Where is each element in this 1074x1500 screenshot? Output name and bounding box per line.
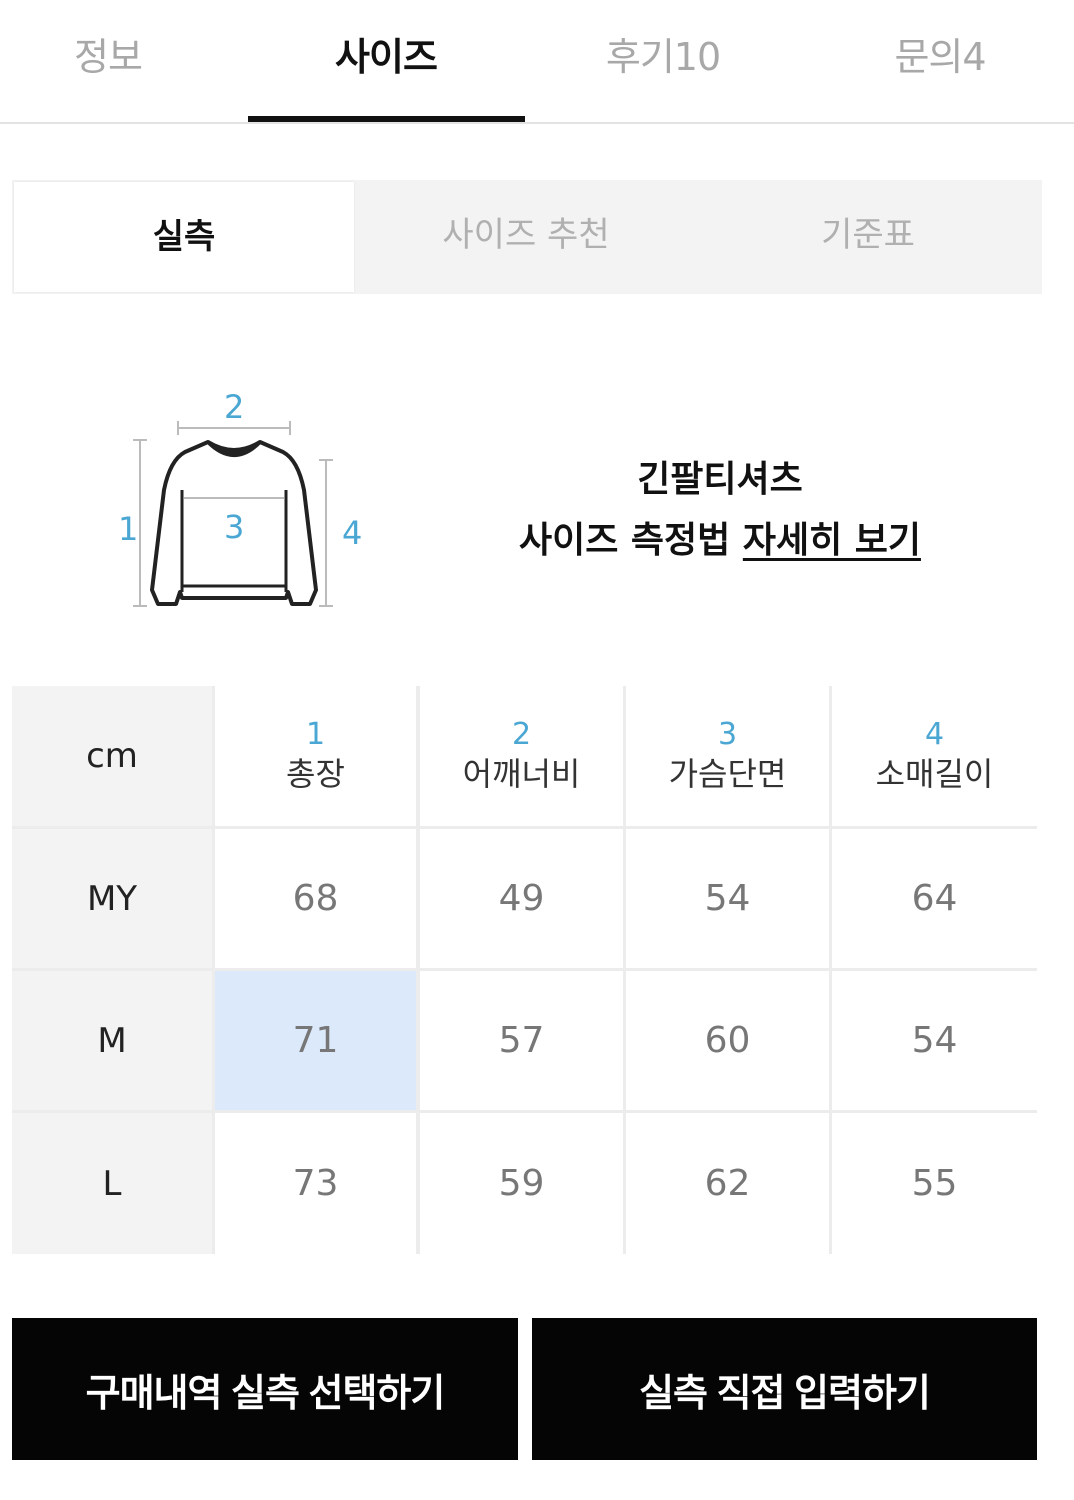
- tab-info[interactable]: 정보: [0, 26, 246, 81]
- column-number: 4: [924, 717, 945, 752]
- marker-2: 2: [224, 388, 244, 426]
- cell-value: 60: [704, 1020, 751, 1061]
- cell-value: 71: [292, 1020, 339, 1061]
- select-from-purchase-history-button[interactable]: 구매내역 실측 선택하기: [12, 1318, 518, 1460]
- view-details-link[interactable]: 자세히 보기: [743, 520, 921, 561]
- table-cell: 68: [215, 829, 416, 968]
- active-tab-indicator: [248, 116, 525, 122]
- column-number: 2: [511, 717, 532, 752]
- cell-value: 68: [292, 878, 339, 919]
- column-header-total-length: 1 총장: [215, 686, 416, 826]
- table-cell: 54: [832, 971, 1037, 1110]
- tab-inquiries[interactable]: 문의4: [802, 26, 1074, 81]
- main-tab-bar: 정보 사이즈 후기10 문의4: [0, 0, 1074, 124]
- table-cell: 49: [420, 829, 623, 968]
- measurement-info: 긴팔티셔츠 사이즈 측정법 자세히 보기: [470, 456, 970, 570]
- column-label: 총장: [286, 755, 345, 793]
- row-size-label: MY: [12, 829, 212, 968]
- row-size-label: L: [12, 1113, 212, 1254]
- cell-value: 57: [498, 1020, 545, 1061]
- table-cell: 57: [420, 971, 623, 1110]
- marker-4: 4: [342, 514, 362, 552]
- column-label: 소매길이: [875, 755, 994, 793]
- unit-label: cm: [86, 736, 138, 776]
- cell-value: 59: [498, 1163, 545, 1204]
- tab-reviews[interactable]: 후기10: [525, 26, 801, 81]
- table-cell-highlighted: 71: [215, 971, 416, 1110]
- subtab-actual-measurement[interactable]: 실측: [14, 182, 354, 292]
- cell-value: 54: [911, 1020, 958, 1061]
- subtab-size-recommendation[interactable]: 사이즈 추천: [356, 180, 696, 290]
- tab-size[interactable]: 사이즈: [248, 26, 524, 81]
- table-cell: 73: [215, 1113, 416, 1254]
- measurement-guide-line: 사이즈 측정법 자세히 보기: [470, 512, 970, 570]
- column-number: 1: [305, 717, 326, 752]
- column-header-sleeve-length: 4 소매길이: [832, 686, 1037, 826]
- sweatshirt-icon: 1 2 3 4: [118, 388, 362, 607]
- subtab-size-chart[interactable]: 기준표: [698, 180, 1038, 290]
- cell-value: 64: [911, 878, 958, 919]
- product-category-title: 긴팔티셔츠: [637, 459, 803, 500]
- table-cell: 54: [626, 829, 829, 968]
- sweatshirt-measurement-diagram: 1 2 3 4: [100, 380, 380, 620]
- unit-header-cell: cm: [12, 686, 212, 826]
- column-header-shoulder-width: 2 어깨너비: [420, 686, 623, 826]
- column-header-chest-width: 3 가슴단면: [626, 686, 829, 826]
- cell-value: 73: [292, 1163, 339, 1204]
- enter-measurement-manually-button[interactable]: 실측 직접 입력하기: [532, 1318, 1037, 1460]
- row-size-label: M: [12, 971, 212, 1110]
- size-table: cm 1 총장 2 어깨너비 3 가슴단면 4 소매길이 MY 68 49 54…: [12, 686, 1037, 1254]
- table-cell: 64: [832, 829, 1037, 968]
- table-cell: 62: [626, 1113, 829, 1254]
- cell-value: 62: [704, 1163, 751, 1204]
- cell-value: 55: [911, 1163, 958, 1204]
- column-number: 3: [717, 717, 738, 752]
- column-label: 어깨너비: [462, 755, 581, 793]
- table-cell: 59: [420, 1113, 623, 1254]
- measurement-guide-label: 사이즈 측정법: [519, 520, 731, 561]
- column-label: 가슴단면: [668, 755, 787, 793]
- cell-value: 49: [498, 878, 545, 919]
- cell-value: 54: [704, 878, 751, 919]
- table-cell: 55: [832, 1113, 1037, 1254]
- marker-3: 3: [224, 508, 244, 546]
- table-cell: 60: [626, 971, 829, 1110]
- marker-1: 1: [118, 510, 138, 548]
- size-sub-tab-bar: 실측 사이즈 추천 기준표: [12, 180, 1042, 294]
